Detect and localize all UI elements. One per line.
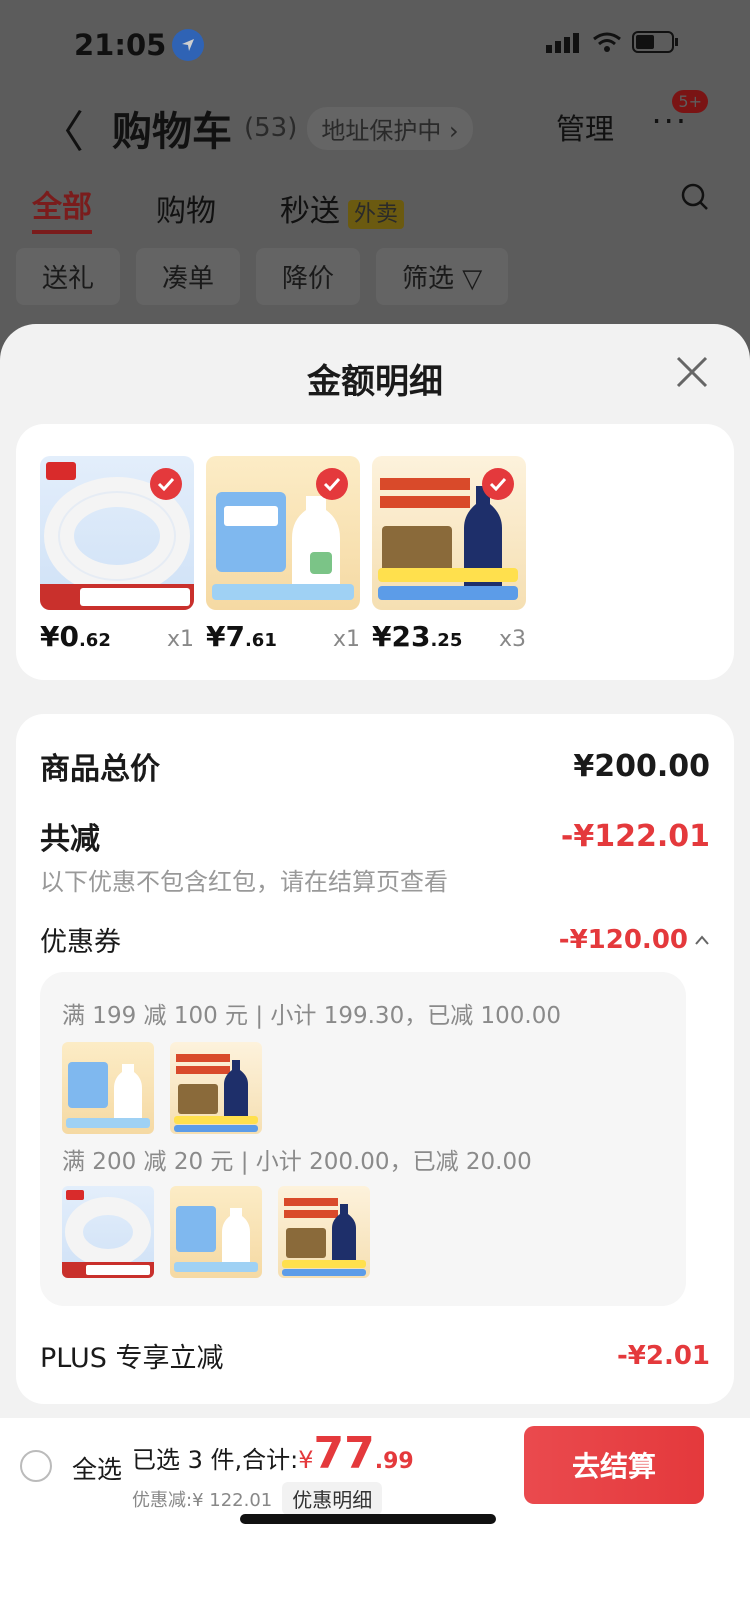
product-qty: x3 [498, 627, 526, 652]
coupon-row[interactable]: 优惠券 -¥120.00 [40, 920, 710, 959]
plus-value: -¥2.01 [616, 1340, 710, 1371]
selected-text: 已选 3 件,合计: [132, 1446, 299, 1474]
tab-all[interactable]: 全部 [32, 182, 92, 234]
cart-tabs: 全部 购物 秒送 外卖 [32, 182, 710, 234]
back-button[interactable]: 〈 [40, 96, 84, 160]
product-item[interactable]: ¥7.61 x1 [206, 456, 360, 653]
coupon-amount: -¥120.00 [558, 924, 688, 955]
selected-summary: 已选 3 件,合计:¥77.99 [132, 1428, 414, 1479]
tab-flash-label: 秒送 [280, 194, 340, 229]
amount-breakdown-card: 商品总价 ¥200.00 共减 -¥122.01 以下优惠不包含红包，请在结算页… [16, 714, 734, 1404]
checked-icon[interactable] [316, 468, 348, 500]
product-qty: x1 [332, 627, 360, 652]
total-value: ¥200.00 [573, 748, 710, 784]
select-all-radio[interactable] [20, 1450, 52, 1482]
product-price: ¥7.61 [206, 620, 277, 653]
reduce-label: 共减 [40, 822, 100, 857]
status-indicators [546, 30, 680, 54]
manage-button[interactable]: 管理 [556, 106, 614, 148]
reduce-row: 共减 -¥122.01 [40, 814, 710, 858]
signal-icon [546, 33, 579, 53]
total-row: 商品总价 ¥200.00 [40, 744, 710, 788]
mini-thumb-coffee [278, 1186, 370, 1278]
select-all-label[interactable]: 全选 [72, 1450, 122, 1486]
product-price: ¥0.62 [40, 620, 111, 653]
plus-row: PLUS 专享立减 -¥2.01 [40, 1336, 710, 1375]
checked-icon[interactable] [150, 468, 182, 500]
plus-label: PLUS 专享立减 [40, 1343, 224, 1374]
status-time: 21:05 [74, 28, 205, 62]
time-text: 21:05 [74, 28, 167, 62]
product-item[interactable]: ¥23.25 x3 [372, 456, 526, 653]
tab-flash-delivery[interactable]: 秒送 外卖 [280, 186, 405, 230]
coupon-products-1 [62, 1042, 262, 1134]
coupon-detail-box: 满 199 减 100 元 | 小计 199.30，已减 100.00 满 20… [40, 972, 686, 1306]
checked-icon[interactable] [482, 468, 514, 500]
filter-chips: 送礼 凑单 降价 筛选 ▽ [16, 248, 509, 305]
coupon-value: -¥120.00 [559, 925, 710, 955]
chevron-up-icon[interactable] [694, 934, 710, 946]
filter-price-drop[interactable]: 降价 [256, 248, 361, 305]
search-icon[interactable] [680, 182, 710, 212]
reduce-value: -¥122.01 [560, 818, 710, 854]
product-item[interactable]: ¥0.62 x1 [40, 456, 194, 653]
page-title: 购物车 [112, 109, 232, 155]
filter-combine[interactable]: 凑单 [136, 248, 241, 305]
coupon-rule-2: 满 200 减 20 元 | 小计 200.00，已减 20.00 [62, 1149, 532, 1175]
mini-thumb-coffee [170, 1042, 262, 1134]
product-qty: x1 [166, 627, 194, 652]
close-icon[interactable] [672, 352, 712, 392]
mini-thumb-tape [62, 1186, 154, 1278]
checkout-button[interactable]: 去结算 [524, 1426, 704, 1504]
home-indicator[interactable] [240, 1514, 496, 1524]
discount-detail-button[interactable]: 优惠明细 [282, 1482, 383, 1515]
cart-page-background: 21:05 〈 购物车 (53) 地址保护中 › 管理 ··· 5+ 全部 购物… [0, 0, 750, 340]
mini-thumb-milk [62, 1042, 154, 1134]
product-image-tape [40, 456, 194, 610]
filter-screen[interactable]: 筛选 ▽ [376, 248, 509, 305]
product-image-milk [206, 456, 360, 610]
address-guard-chip[interactable]: 地址保护中 › [307, 106, 473, 150]
total-label: 商品总价 [40, 752, 160, 787]
takeout-tag: 外卖 [348, 200, 405, 229]
tab-shopping[interactable]: 购物 [156, 186, 216, 230]
selected-products-card: ¥0.62 x1 ¥7.61 x1 ¥23.25 x3 [16, 424, 734, 680]
location-arrow-icon [172, 29, 205, 61]
wifi-icon [593, 32, 621, 52]
product-image-coffee [372, 456, 526, 610]
mini-thumb-milk [170, 1186, 262, 1278]
reduce-note: 以下优惠不包含红包，请在结算页查看 [40, 868, 448, 896]
cart-header: 〈 购物车 (53) 地址保护中 › 管理 ··· 5+ [40, 90, 720, 160]
coupon-rule-1: 满 199 减 100 元 | 小计 199.30，已减 100.00 [62, 1003, 561, 1029]
battery-icon [632, 31, 678, 53]
discount-summary: 优惠减:¥ 122.01 优惠明细 [132, 1482, 383, 1515]
product-price: ¥23.25 [372, 620, 463, 653]
coupon-products-2 [62, 1186, 370, 1278]
filter-gift[interactable]: 送礼 [16, 248, 121, 305]
total-decimal: .99 [374, 1449, 414, 1474]
coupon-label: 优惠券 [40, 927, 121, 958]
total-integer: 77 [313, 1428, 375, 1479]
sheet-title: 金额明细 [307, 362, 443, 402]
cart-count: (53) [244, 113, 298, 143]
discount-text: 优惠减:¥ 122.01 [132, 1489, 273, 1511]
more-badge: 5+ [672, 90, 708, 113]
currency-symbol: ¥ [298, 1446, 314, 1474]
